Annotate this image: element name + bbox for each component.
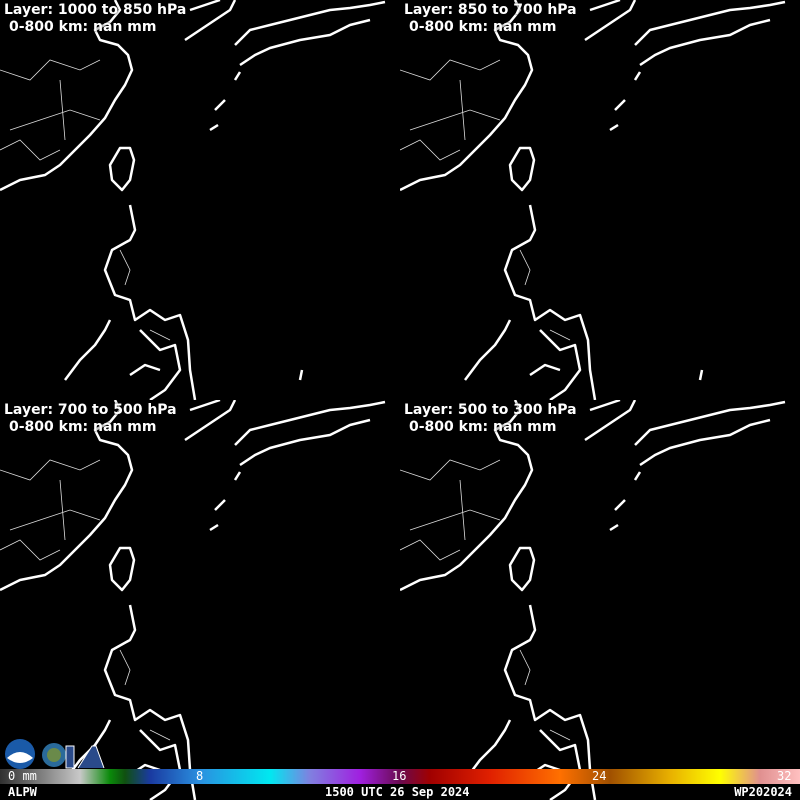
noaa-logo-icon xyxy=(5,739,35,769)
product-name: ALPW xyxy=(8,785,37,799)
panel-layer-1000-850: Layer: 1000 to 850 hPa 0-800 km: nan mm xyxy=(0,0,400,400)
cira-logo-icon xyxy=(42,743,105,769)
colorbar-tick: 16 xyxy=(392,769,407,783)
panel-stat-label: 0-800 km: nan mm xyxy=(409,419,557,435)
agency-logos xyxy=(5,739,105,769)
panel-layer-label: Layer: 700 to 500 hPa xyxy=(4,402,177,418)
panel-layer-label: Layer: 500 to 300 hPa xyxy=(404,402,577,418)
coastline-map xyxy=(400,400,787,800)
panel-stat-label: 0-800 km: nan mm xyxy=(409,19,557,35)
panel-stat-label: 0-800 km: nan mm xyxy=(9,19,157,35)
valid-time: 1500 UTC 26 Sep 2024 xyxy=(325,785,470,799)
panel-layer-500-300: Layer: 500 to 300 hPa 0-800 km: nan mm xyxy=(400,400,800,800)
panel-layer-850-700: Layer: 850 to 700 hPa 0-800 km: nan mm xyxy=(400,0,800,400)
coastline-map xyxy=(0,0,387,400)
colorbar-tick: 32 xyxy=(777,769,792,783)
colorbar-tick: 8 xyxy=(196,769,204,783)
panel-layer-label: Layer: 1000 to 850 hPa xyxy=(4,2,187,18)
panel-layer-label: Layer: 850 to 700 hPa xyxy=(404,2,577,18)
storm-id: WP202024 xyxy=(734,785,792,799)
panel-stat-label: 0-800 km: nan mm xyxy=(9,419,157,435)
colorbar-tick: 24 xyxy=(592,769,607,783)
coastline-map xyxy=(400,0,787,400)
colorbar-tick: 0 mm xyxy=(8,769,37,783)
